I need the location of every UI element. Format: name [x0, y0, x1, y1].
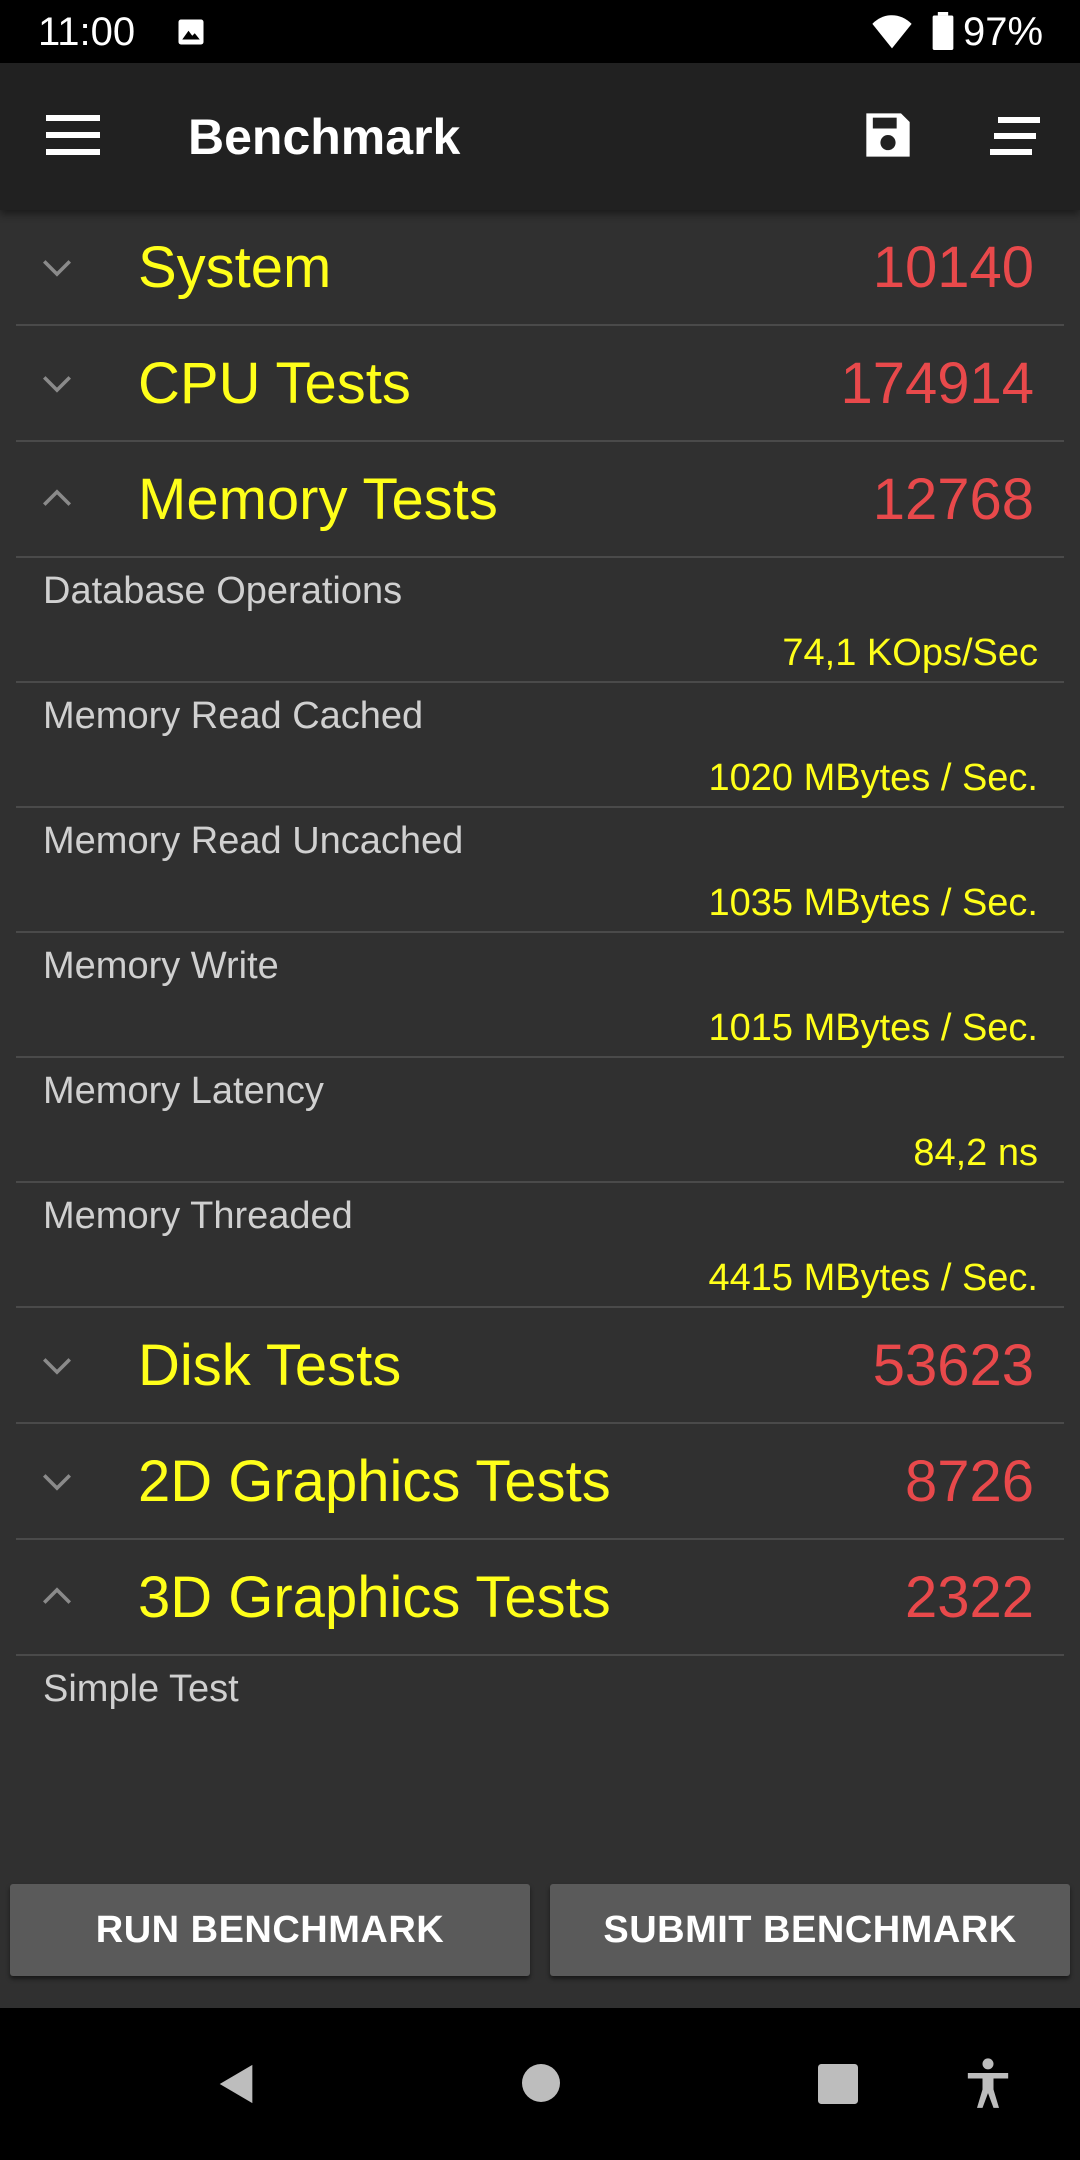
- subtest-value: 84,2 ns: [913, 1132, 1038, 1174]
- status-bar: 11:00 97%: [0, 0, 1080, 63]
- subtest-memory-read-uncached: Memory Read Uncached 1035 MBytes / Sec.: [16, 808, 1064, 933]
- category-disk-tests[interactable]: Disk Tests 53623: [16, 1308, 1064, 1424]
- category-score: 12768: [872, 467, 1034, 532]
- back-icon[interactable]: [214, 2060, 260, 2108]
- category-score: 10140: [872, 235, 1034, 300]
- subtest-memory-read-cached: Memory Read Cached 1020 MBytes / Sec.: [16, 683, 1064, 808]
- subtest-label: Memory Read Cached: [43, 695, 424, 737]
- subtest-database-operations: Database Operations 74,1 KOps/Sec: [16, 558, 1064, 683]
- subtest-simple-test: Simple Test: [16, 1656, 1064, 1781]
- page-title: Benchmark: [188, 109, 461, 165]
- subtest-value: 1015 MBytes / Sec.: [708, 1007, 1039, 1049]
- category-label: Memory Tests: [138, 467, 498, 532]
- run-benchmark-button[interactable]: RUN BENCHMARK: [10, 1884, 530, 1976]
- chevron-down-icon: [42, 376, 72, 393]
- status-time: 11:00: [38, 10, 136, 54]
- menu-icon[interactable]: [46, 115, 100, 155]
- subtest-label: Memory Read Uncached: [43, 820, 464, 862]
- category-3d-graphics-tests[interactable]: 3D Graphics Tests 2322: [16, 1540, 1064, 1656]
- subtest-memory-write: Memory Write 1015 MBytes / Sec.: [16, 933, 1064, 1058]
- category-label: CPU Tests: [138, 351, 411, 416]
- subtest-value: 1020 MBytes / Sec.: [708, 757, 1039, 799]
- subtest-value: 4415 MBytes / Sec.: [708, 1257, 1039, 1299]
- chevron-down-icon: [42, 1358, 72, 1375]
- category-2d-graphics-tests[interactable]: 2D Graphics Tests 8726: [16, 1424, 1064, 1540]
- battery-percent: 97%: [963, 10, 1044, 54]
- chevron-up-icon: [42, 1587, 72, 1604]
- recents-icon[interactable]: [818, 2064, 858, 2104]
- app-bar: Benchmark: [0, 63, 1080, 210]
- category-score: 2322: [904, 1565, 1034, 1630]
- category-score: 53623: [872, 1333, 1034, 1398]
- category-label: 2D Graphics Tests: [138, 1449, 611, 1514]
- category-score: 174914: [840, 351, 1034, 416]
- subtest-label: Memory Threaded: [43, 1195, 353, 1237]
- category-memory-tests[interactable]: Memory Tests 12768: [16, 442, 1064, 558]
- chevron-up-icon: [42, 489, 72, 506]
- subtest-label: Simple Test: [43, 1668, 239, 1710]
- battery-icon: [932, 12, 954, 50]
- category-label: 3D Graphics Tests: [138, 1565, 611, 1630]
- accessibility-icon[interactable]: [966, 2058, 1010, 2110]
- subtest-label: Memory Latency: [43, 1070, 324, 1112]
- benchmark-list: System 10140 CPU Tests 174914 Memory Tes…: [0, 210, 1080, 1781]
- sort-icon[interactable]: [990, 117, 1040, 155]
- subtest-value: 1035 MBytes / Sec.: [708, 882, 1039, 924]
- chevron-down-icon: [42, 1474, 72, 1491]
- category-cpu-tests[interactable]: CPU Tests 174914: [16, 326, 1064, 442]
- chevron-down-icon: [42, 260, 72, 277]
- subtest-memory-latency: Memory Latency 84,2 ns: [16, 1058, 1064, 1183]
- subtest-memory-threaded: Memory Threaded 4415 MBytes / Sec.: [16, 1183, 1064, 1308]
- save-icon[interactable]: [862, 109, 914, 161]
- subtest-label: Memory Write: [43, 945, 279, 987]
- subtest-value: 74,1 KOps/Sec: [782, 632, 1038, 674]
- submit-benchmark-button[interactable]: SUBMIT BENCHMARK: [550, 1884, 1070, 1976]
- navigation-bar: [0, 2008, 1080, 2160]
- subtest-label: Database Operations: [43, 570, 403, 612]
- image-icon: [178, 19, 204, 45]
- category-label: System: [138, 235, 332, 300]
- home-icon[interactable]: [522, 2064, 560, 2102]
- category-label: Disk Tests: [138, 1333, 402, 1398]
- category-system[interactable]: System 10140: [16, 210, 1064, 326]
- wifi-icon: [872, 15, 912, 49]
- category-score: 8726: [904, 1449, 1034, 1514]
